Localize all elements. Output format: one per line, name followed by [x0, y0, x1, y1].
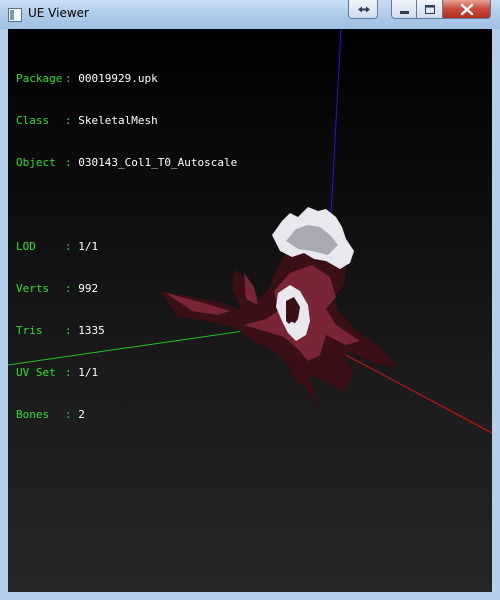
minimize-button[interactable]	[391, 0, 417, 19]
minimize-icon	[400, 11, 409, 14]
info-value-lod: 1/1	[78, 240, 99, 253]
info-separator: :	[65, 366, 72, 379]
title-bar[interactable]: UE Viewer	[0, 0, 500, 30]
info-row-lod: LOD: 1/1	[16, 240, 237, 254]
maximize-icon	[425, 5, 435, 14]
info-separator: :	[65, 114, 72, 127]
info-label: Bones	[16, 408, 50, 421]
info-value-verts: 992	[78, 282, 99, 295]
restore-arrows-icon	[358, 6, 370, 13]
info-label: Object	[16, 156, 56, 169]
info-label: LOD	[16, 240, 36, 253]
window-title: UE Viewer	[28, 6, 89, 20]
3d-viewport[interactable]: Package: 00019929.upk Class: SkeletalMes…	[8, 29, 492, 592]
info-row-package: Package: 00019929.upk	[16, 72, 237, 86]
info-label: Class	[16, 114, 50, 127]
info-separator: :	[65, 72, 72, 85]
info-separator: :	[65, 324, 72, 337]
info-label: Verts	[16, 282, 50, 295]
window-frame-right	[492, 29, 500, 600]
info-label: UV Set	[16, 366, 56, 379]
app-window: UE Viewer Package: 00019929.upk Class:…	[0, 0, 500, 600]
info-separator: :	[65, 240, 72, 253]
restore-button[interactable]	[348, 0, 378, 19]
info-value-tris: 1335	[78, 324, 105, 337]
info-separator: :	[65, 408, 72, 421]
mesh-info-overlay: Package: 00019929.upk Class: SkeletalMes…	[16, 44, 237, 450]
info-row-bones: Bones: 2	[16, 408, 237, 422]
window-frame-bottom	[0, 592, 500, 600]
info-row-verts: Verts: 992	[16, 282, 237, 296]
info-value-class: SkeletalMesh	[78, 114, 158, 127]
app-icon	[8, 7, 22, 22]
info-row-class: Class: SkeletalMesh	[16, 114, 237, 128]
info-separator: :	[65, 156, 72, 169]
info-value-package: 00019929.upk	[78, 72, 158, 85]
window-frame-left	[0, 29, 8, 600]
maximize-button[interactable]	[417, 0, 443, 19]
info-row-tris: Tris: 1335	[16, 324, 237, 338]
info-value-uvset: 1/1	[78, 366, 99, 379]
info-row-uvset: UV Set: 1/1	[16, 366, 237, 380]
info-label: Package	[16, 72, 63, 85]
info-label: Tris	[16, 324, 43, 337]
info-row-object: Object: 030143_Col1_T0_Autoscale	[16, 156, 237, 170]
info-separator: :	[65, 282, 72, 295]
close-button[interactable]	[443, 0, 491, 19]
close-icon	[460, 3, 474, 16]
info-value-object: 030143_Col1_T0_Autoscale	[78, 156, 238, 169]
info-value-bones: 2	[78, 408, 85, 421]
